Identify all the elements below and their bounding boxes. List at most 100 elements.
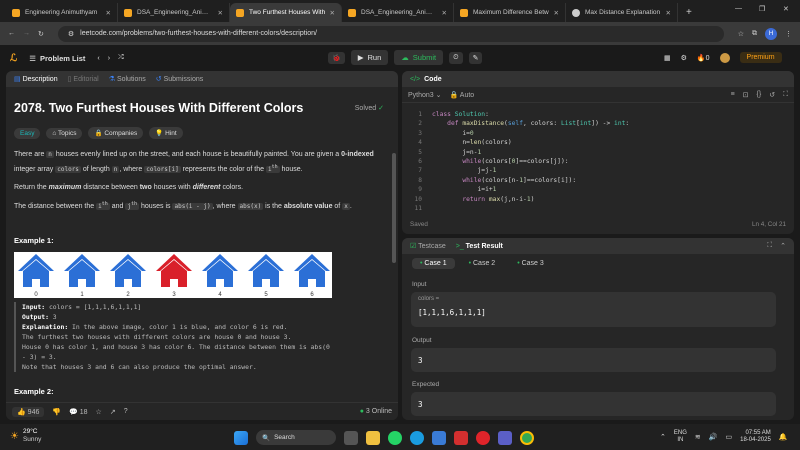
browser-tab-active[interactable]: Two Furthest Houses With ✕ [230, 3, 342, 22]
edge-icon[interactable] [410, 430, 424, 445]
debug-icon[interactable]: 🐞 [328, 51, 345, 64]
tab-submissions[interactable]: ↺ Submissions [156, 75, 204, 83]
tab-test-result[interactable]: >_ Test Result [456, 243, 503, 250]
layout-icon[interactable]: ▦ [664, 54, 671, 62]
notes-icon[interactable]: ✎ [468, 51, 483, 64]
case-2-tab[interactable]: • Case 2 [461, 258, 504, 269]
opera-icon[interactable] [476, 430, 490, 445]
dot-icon: • [517, 260, 520, 267]
user-avatar[interactable] [719, 52, 730, 63]
code-editor[interactable]: class Solution: def maxDistance(self, co… [432, 110, 629, 204]
new-tab-icon[interactable]: + [686, 7, 692, 18]
tab-testcase[interactable]: ☑ Testcase [410, 242, 446, 250]
problem-list-button[interactable]: ☰ Problem List [29, 54, 85, 63]
favorite-star-icon[interactable]: ☆ [96, 408, 102, 416]
bookmark-icon[interactable]: ⊡ [743, 91, 749, 99]
profile-avatar[interactable]: H [765, 27, 777, 40]
input-box: colors = [1,1,1,6,1,1,1] [411, 292, 776, 327]
prev-problem-icon[interactable]: ‹ [97, 55, 99, 62]
browser-menu-icon[interactable]: ⋮ [785, 30, 792, 38]
description-scrollbar[interactable] [392, 153, 396, 263]
close-icon[interactable]: ✕ [666, 9, 671, 17]
browser-tab[interactable]: Maximum Difference Betw ✕ [454, 3, 566, 22]
windows-taskbar: ☀ 29°C Sunny 🔍 Search ⌃ ENG IN ≋ 🔊 ▭ 07:55 … [0, 424, 800, 450]
task-view-icon[interactable] [344, 430, 358, 445]
clock[interactable]: 07:55 AM 18-04-2025 [740, 430, 771, 444]
lock-icon: 🔒 [94, 130, 103, 137]
chrome-icon[interactable] [520, 430, 534, 445]
whatsapp-icon[interactable] [388, 430, 402, 445]
bookmark-star-icon[interactable]: ☆ [738, 30, 744, 38]
wifi-icon[interactable]: ≋ [695, 433, 701, 441]
reset-icon[interactable]: ↺ [769, 91, 775, 99]
fullscreen-icon[interactable]: ⛶ [783, 91, 788, 99]
url-input[interactable]: ⚙ leetcode.com/problems/two-furthest-hous… [57, 25, 724, 42]
close-icon[interactable]: ✕ [442, 9, 447, 17]
maximize-icon[interactable]: ❐ [759, 5, 765, 13]
expand-icon[interactable]: ⛶ [767, 242, 772, 250]
browser-tab[interactable]: Max Distance Explanation ✕ [566, 3, 678, 22]
random-problem-icon[interactable]: ⤮ [118, 54, 124, 62]
hint-chip[interactable]: 💡 Hint [149, 127, 183, 139]
close-icon[interactable]: ✕ [218, 9, 223, 17]
mail-icon[interactable] [454, 430, 468, 445]
teams-icon[interactable] [498, 430, 512, 445]
collapse-chevron-icon[interactable]: ⌃ [780, 242, 786, 250]
language-indicator[interactable]: ENG IN [674, 430, 687, 444]
windows-start-icon[interactable] [234, 430, 248, 445]
dot-icon: • [468, 260, 472, 267]
companies-chip[interactable]: 🔒 Companies [88, 127, 144, 139]
like-button[interactable]: 👍 946 [12, 406, 45, 417]
submit-button[interactable]: ☁ Submit [394, 50, 444, 65]
browser-tab[interactable]: DSA_Engineering_Animuth ✕ [118, 3, 230, 22]
browser-tab[interactable]: Engineering Animuthyam ✕ [6, 3, 118, 22]
dislike-button[interactable]: 👎 [52, 408, 61, 416]
notification-bell-icon[interactable]: 🔔 [779, 433, 788, 441]
forward-icon[interactable]: → [23, 30, 30, 37]
close-icon[interactable]: ✕ [106, 9, 111, 17]
close-icon[interactable]: ✕ [330, 9, 335, 17]
minimize-icon[interactable]: — [735, 5, 742, 12]
topics-chip[interactable]: ⌂ Topics [46, 128, 83, 139]
store-icon[interactable] [432, 430, 446, 445]
comments-button[interactable]: 💬 18 [69, 408, 87, 416]
settings-icon[interactable]: ⚙ [681, 54, 687, 62]
streak-counter[interactable]: 🔥0 [697, 54, 710, 62]
file-explorer-icon[interactable] [366, 430, 380, 445]
share-icon[interactable]: ↗ [110, 408, 116, 416]
volume-icon[interactable]: 🔊 [709, 433, 718, 441]
tab-description[interactable]: ▤ Description [14, 75, 58, 83]
back-icon[interactable]: ← [8, 30, 15, 37]
language-select[interactable]: Python3 ⌄ [408, 91, 442, 99]
site-info-icon[interactable]: ⚙ [68, 30, 74, 38]
case-1-tab[interactable]: • Case 1 [412, 258, 455, 269]
document-icon: ▤ [14, 76, 21, 83]
battery-icon[interactable]: ▭ [725, 433, 732, 441]
next-problem-icon[interactable]: › [108, 55, 110, 62]
example-2-heading: Example 2: [14, 387, 54, 396]
braces-icon[interactable]: {} [757, 91, 762, 99]
case-3-tab[interactable]: • Case 3 [509, 258, 552, 269]
weather-widget[interactable]: ☀ 29°C Sunny [10, 428, 41, 444]
leetcode-topbar: ℒ ☰ Problem List ‹ › ⤮ 🐞 ▶ Run ☁ Submit ⏲ ✎… [0, 45, 800, 71]
tab-editorial[interactable]: ▯ Editorial [68, 75, 99, 83]
premium-button[interactable]: Premium [739, 52, 782, 63]
format-icon[interactable]: ≡ [731, 91, 735, 99]
timer-icon[interactable]: ⏲ [449, 51, 463, 64]
window-close-icon[interactable]: ✕ [783, 5, 789, 13]
extensions-icon[interactable]: ⧉ [752, 30, 757, 38]
run-button[interactable]: ▶ Run [350, 50, 389, 65]
variable-name: colors = [418, 296, 440, 302]
tab-solutions[interactable]: ⚗ Solutions [109, 75, 146, 83]
flask-icon: ⚗ [108, 76, 115, 83]
browser-tab[interactable]: DSA_Engineering_Animuth ✕ [342, 3, 454, 22]
tray-chevron-icon[interactable]: ⌃ [660, 433, 666, 441]
taskbar-search[interactable]: 🔍 Search [256, 430, 336, 445]
description-footer: 👍 946 👎 💬 18 ☆ ↗ ? ● 3 Online [6, 402, 398, 420]
reload-icon[interactable]: ↻ [38, 30, 44, 38]
help-icon[interactable]: ? [124, 408, 128, 415]
house-icon [64, 254, 100, 287]
close-icon[interactable]: ✕ [554, 9, 559, 17]
auto-toggle[interactable]: 🔒 Auto [450, 91, 475, 99]
leetcode-logo-icon[interactable]: ℒ [10, 53, 17, 64]
